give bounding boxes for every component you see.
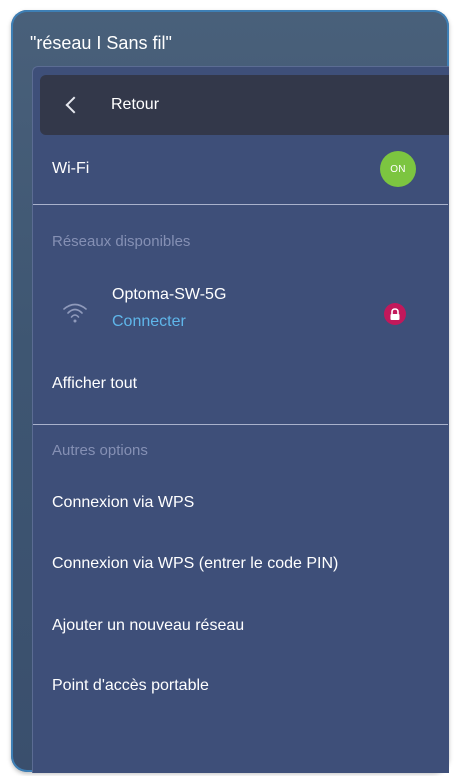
back-button[interactable]: Retour — [40, 75, 449, 135]
window-title: "réseau I Sans fil" — [30, 33, 172, 53]
network-name[interactable]: Optoma-SW-5G — [112, 286, 226, 304]
wifi-toggle[interactable]: ON — [380, 151, 416, 187]
section-available-networks: Réseaux disponibles — [52, 233, 191, 250]
lock-icon — [384, 303, 406, 325]
network-connect-link[interactable]: Connecter — [112, 313, 186, 331]
menu-item-wps-pin[interactable]: Connexion via WPS (entrer le code PIN) — [52, 555, 338, 573]
divider — [33, 204, 448, 205]
show-all-link[interactable]: Afficher tout — [52, 375, 137, 393]
menu-item-add-network[interactable]: Ajouter un nouveau réseau — [52, 617, 244, 635]
menu-item-wps[interactable]: Connexion via WPS — [52, 494, 194, 512]
menu-item-hotspot[interactable]: Point d'accès portable — [52, 677, 209, 695]
wifi-icon — [63, 303, 87, 323]
divider — [33, 424, 448, 425]
section-other-options: Autres options — [52, 442, 148, 459]
back-label: Retour — [111, 96, 160, 113]
chevron-left-icon — [65, 96, 83, 114]
wifi-label: Wi-Fi — [52, 160, 90, 177]
screenshot-frame: "réseau I Sans fil" Retour Wi-Fi ON Rése… — [0, 0, 462, 776]
